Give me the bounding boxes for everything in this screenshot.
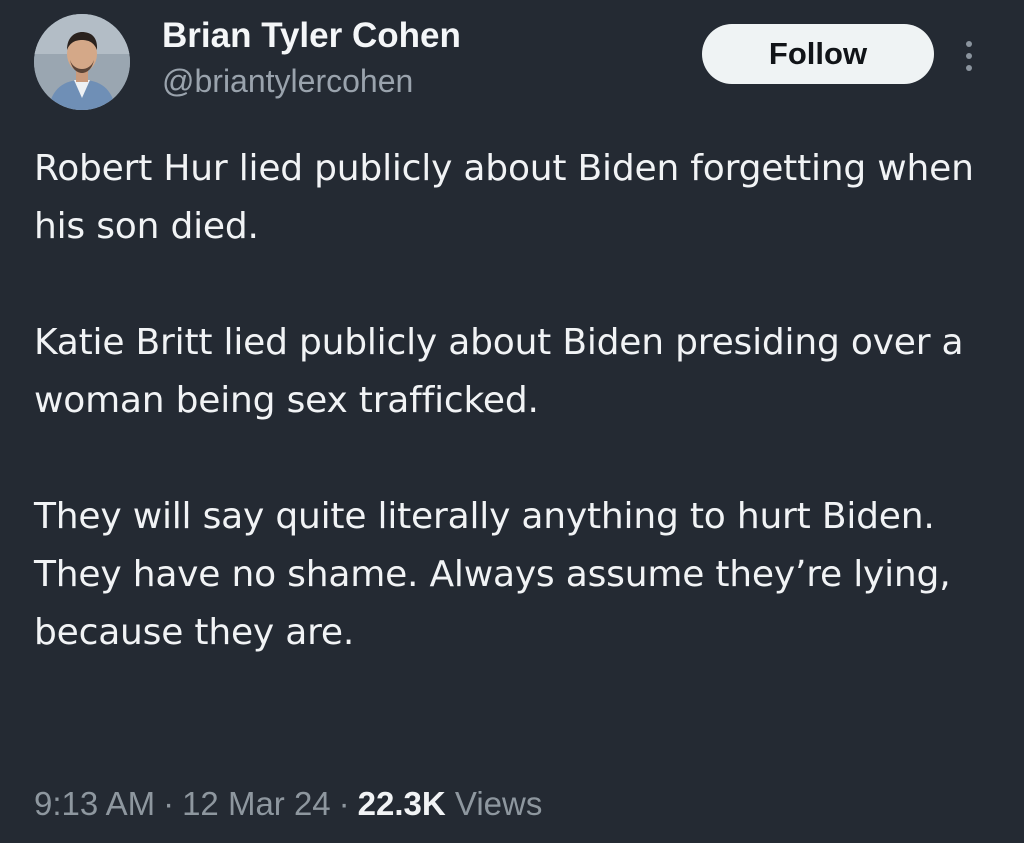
meta-separator: · bbox=[338, 785, 350, 822]
tweet-card: Brian Tyler Cohen @briantylercohen Follo… bbox=[0, 0, 1024, 843]
more-dot bbox=[966, 41, 972, 47]
tweet-header: Brian Tyler Cohen @briantylercohen Follo… bbox=[34, 14, 994, 114]
follow-button[interactable]: Follow bbox=[702, 24, 934, 84]
meta-separator: · bbox=[163, 785, 175, 822]
views-count[interactable]: 22.3K bbox=[358, 785, 446, 822]
more-vertical-icon[interactable] bbox=[954, 34, 984, 78]
tweet-paragraph: Katie Britt lied publicly about Biden pr… bbox=[34, 322, 964, 421]
tweet-meta: 9:13 AM · 12 Mar 24 · 22.3K Views bbox=[34, 782, 542, 826]
more-dot bbox=[966, 53, 972, 59]
tweet-paragraph: Robert Hur lied publicly about Biden for… bbox=[34, 148, 974, 247]
more-dot bbox=[966, 65, 972, 71]
views-label: Views bbox=[454, 785, 543, 822]
tweet-time[interactable]: 9:13 AM bbox=[34, 785, 155, 822]
author-names: Brian Tyler Cohen @briantylercohen bbox=[162, 14, 461, 102]
author-display-name[interactable]: Brian Tyler Cohen bbox=[162, 14, 461, 58]
avatar[interactable] bbox=[34, 14, 130, 110]
tweet-date[interactable]: 12 Mar 24 bbox=[182, 785, 331, 822]
tweet-text: Robert Hur lied publicly about Biden for… bbox=[34, 140, 1004, 662]
tweet-paragraph: They will say quite literally anything t… bbox=[34, 496, 951, 653]
author-handle[interactable]: @briantylercohen bbox=[162, 60, 461, 102]
profile-photo-icon bbox=[34, 14, 130, 110]
